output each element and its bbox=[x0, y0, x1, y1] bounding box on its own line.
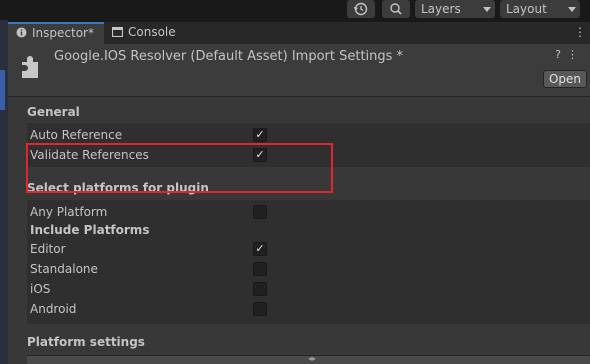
divider bbox=[8, 96, 590, 97]
checkmark-icon: ✓ bbox=[255, 242, 265, 255]
tab-console-label: Console bbox=[128, 25, 176, 39]
tab-console[interactable]: Console bbox=[104, 22, 194, 44]
info-icon bbox=[16, 27, 27, 38]
layout-label: Layout bbox=[506, 2, 547, 16]
kebab-menu-icon[interactable]: ⋮ bbox=[574, 25, 586, 39]
general-section-title: General bbox=[27, 105, 80, 119]
left-panel-edge bbox=[0, 20, 8, 364]
layers-label: Layers bbox=[421, 2, 461, 16]
editor-label: Editor bbox=[30, 242, 66, 256]
auto-reference-checkbox[interactable]: ✓ bbox=[253, 128, 267, 142]
inspector-header: Google.IOS Resolver (Default Asset) Impo… bbox=[8, 44, 590, 96]
highlight-annotation bbox=[26, 143, 333, 193]
android-checkbox[interactable] bbox=[253, 302, 267, 316]
history-button[interactable] bbox=[347, 0, 375, 18]
console-icon bbox=[112, 27, 123, 37]
drag-handle-icon[interactable]: ◂▸ bbox=[308, 354, 316, 363]
selection-accent bbox=[0, 70, 5, 110]
open-button[interactable]: Open bbox=[543, 70, 587, 88]
platforms-panel bbox=[27, 200, 590, 324]
chevron-down-icon bbox=[568, 7, 576, 12]
editor-checkbox[interactable]: ✓ bbox=[253, 242, 267, 256]
plugin-asset-icon bbox=[22, 56, 38, 78]
tab-inspector[interactable]: Inspector* bbox=[8, 22, 104, 44]
tab-inspector-label: Inspector* bbox=[32, 26, 94, 40]
tab-bar: Inspector* Console ⋮ bbox=[8, 22, 590, 44]
history-icon bbox=[353, 2, 368, 16]
chevron-down-icon bbox=[483, 7, 491, 12]
platform-settings-tabs[interactable]: ◂▸ bbox=[27, 354, 590, 364]
search-button[interactable] bbox=[382, 0, 410, 18]
inspector-body: General Auto Reference ✓ Validate Refere… bbox=[8, 96, 590, 364]
platform-settings-title: Platform settings bbox=[27, 335, 145, 349]
settings-menu-icon[interactable]: ⋮ bbox=[567, 48, 584, 61]
auto-reference-label: Auto Reference bbox=[30, 128, 123, 142]
android-label: Android bbox=[30, 302, 77, 316]
any-platform-checkbox[interactable] bbox=[253, 205, 267, 219]
ios-checkbox[interactable] bbox=[253, 282, 267, 296]
any-platform-label: Any Platform bbox=[30, 205, 108, 219]
search-icon bbox=[390, 3, 402, 15]
checkmark-icon: ✓ bbox=[255, 128, 265, 141]
page-title: Google.IOS Resolver (Default Asset) Impo… bbox=[54, 49, 404, 64]
layout-dropdown[interactable]: Layout bbox=[500, 0, 580, 18]
include-platforms-heading: Include Platforms bbox=[30, 223, 150, 237]
standalone-label: Standalone bbox=[30, 262, 98, 276]
layers-dropdown[interactable]: Layers bbox=[415, 0, 495, 18]
top-toolbar: Layers Layout bbox=[0, 0, 590, 20]
standalone-checkbox[interactable] bbox=[253, 262, 267, 276]
help-icon[interactable]: ? bbox=[555, 48, 567, 61]
ios-label: iOS bbox=[30, 282, 51, 296]
